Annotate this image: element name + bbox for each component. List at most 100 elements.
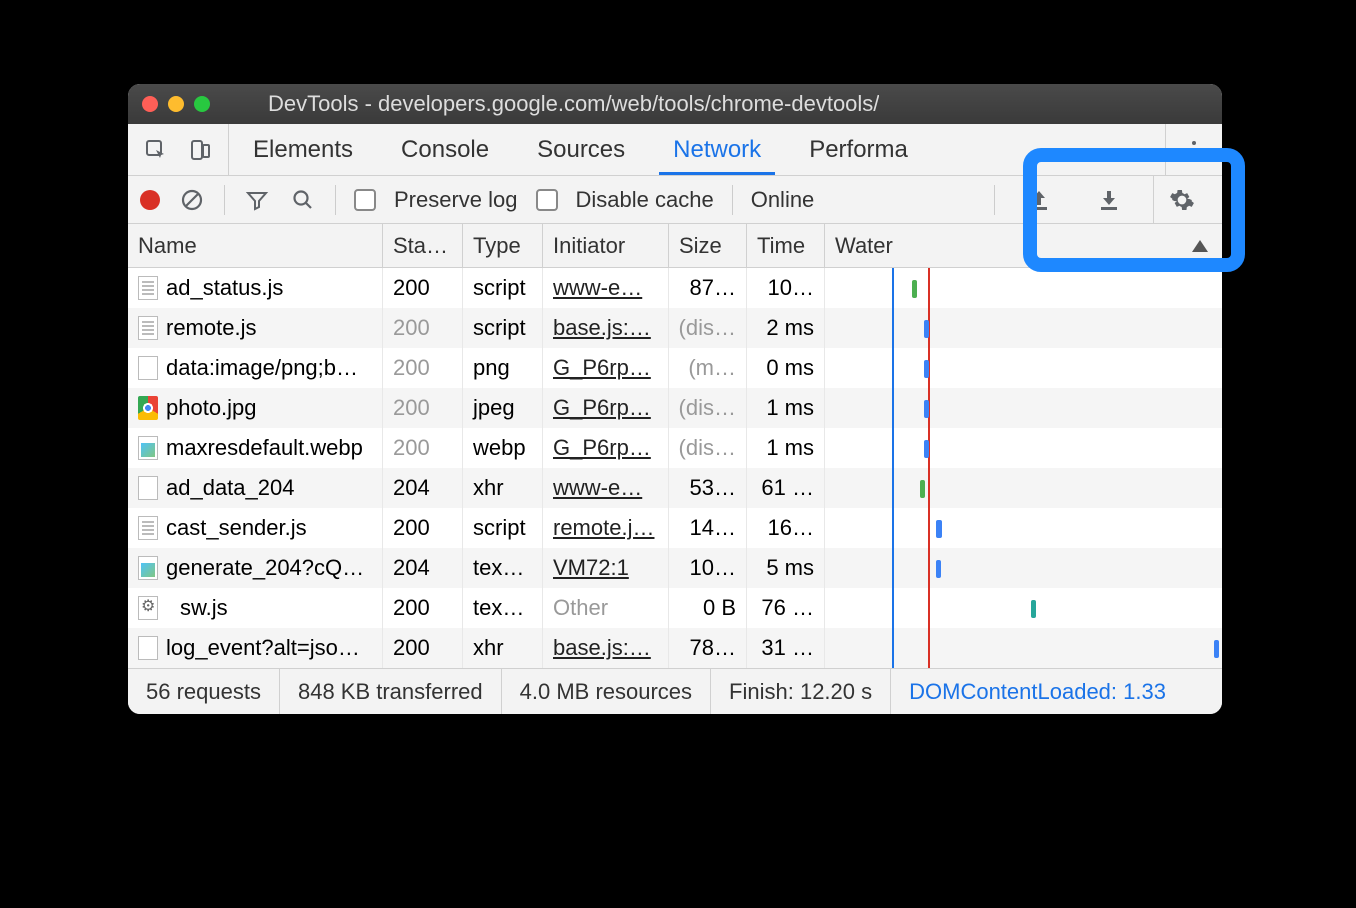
request-initiator[interactable]: base.js:…	[553, 315, 651, 341]
file-type-icon	[138, 516, 158, 540]
request-time: 61 …	[747, 468, 825, 508]
request-size: 10…	[669, 548, 747, 588]
table-row[interactable]: ad_data_204204xhrwww-e…53…61 …	[128, 468, 1222, 508]
table-row[interactable]: cast_sender.js200scriptremote.j…14…16…	[128, 508, 1222, 548]
request-status: 200	[383, 308, 463, 348]
search-icon[interactable]	[289, 186, 317, 214]
col-type[interactable]: Type	[463, 224, 543, 267]
status-resources: 4.0 MB resources	[502, 669, 711, 714]
throttling-select[interactable]: Online	[751, 187, 815, 213]
filter-icon[interactable]	[243, 186, 271, 214]
request-size: 87…	[669, 268, 747, 308]
clear-icon[interactable]	[178, 186, 206, 214]
request-type: xhr	[463, 468, 543, 508]
request-time: 76 …	[747, 588, 825, 628]
col-waterfall[interactable]: Water	[825, 224, 1222, 267]
waterfall-cell	[825, 508, 1222, 548]
request-initiator[interactable]: G_P6rp…	[553, 435, 651, 461]
request-status: 200	[383, 508, 463, 548]
panel-tabbar: Elements Console Sources Network Perform…	[128, 124, 1222, 176]
request-type: jpeg	[463, 388, 543, 428]
request-type: script	[463, 308, 543, 348]
upload-icon[interactable]	[1025, 186, 1053, 214]
tab-elements[interactable]: Elements	[229, 124, 377, 175]
status-finish: Finish: 12.20 s	[711, 669, 891, 714]
request-time: 5 ms	[747, 548, 825, 588]
table-row[interactable]: sw.js200tex…Other0 B76 …	[128, 588, 1222, 628]
record-button[interactable]	[140, 190, 160, 210]
tab-performance[interactable]: Performa	[785, 124, 932, 175]
request-time: 1 ms	[747, 428, 825, 468]
request-name: generate_204?cQ…	[166, 555, 364, 581]
request-status: 200	[383, 268, 463, 308]
request-initiator[interactable]: www-e…	[553, 275, 642, 301]
waterfall-bar	[936, 560, 941, 578]
window-zoom-button[interactable]	[194, 96, 210, 112]
disable-cache-checkbox[interactable]	[536, 189, 558, 211]
inspect-element-icon[interactable]	[142, 136, 170, 164]
request-name: cast_sender.js	[166, 515, 307, 541]
more-menu-icon[interactable]	[1180, 136, 1208, 164]
request-type: xhr	[463, 628, 543, 668]
tab-console[interactable]: Console	[377, 124, 513, 175]
settings-icon[interactable]	[1168, 186, 1196, 214]
col-status[interactable]: Sta…	[383, 224, 463, 267]
request-initiator[interactable]: base.js:…	[553, 635, 651, 661]
table-row[interactable]: data:image/png;b…200pngG_P6rp…(m…0 ms	[128, 348, 1222, 388]
request-status: 204	[383, 468, 463, 508]
request-size: (dis…	[669, 308, 747, 348]
waterfall-bar	[1031, 600, 1036, 618]
tab-network[interactable]: Network	[649, 124, 785, 175]
request-size: 53…	[669, 468, 747, 508]
device-toolbar-icon[interactable]	[186, 136, 214, 164]
col-initiator[interactable]: Initiator	[543, 224, 669, 267]
request-time: 0 ms	[747, 348, 825, 388]
request-time: 16…	[747, 508, 825, 548]
request-initiator[interactable]: VM72:1	[553, 555, 629, 581]
waterfall-cell	[825, 308, 1222, 348]
request-type: script	[463, 268, 543, 308]
table-row[interactable]: photo.jpg200jpegG_P6rp…(dis…1 ms	[128, 388, 1222, 428]
table-row[interactable]: generate_204?cQ…204tex…VM72:110…5 ms	[128, 548, 1222, 588]
file-type-icon	[138, 316, 158, 340]
request-initiator[interactable]: remote.j…	[553, 515, 654, 541]
waterfall-cell	[825, 268, 1222, 308]
request-initiator[interactable]: G_P6rp…	[553, 395, 651, 421]
col-size[interactable]: Size	[669, 224, 747, 267]
table-row[interactable]: ad_status.js200scriptwww-e…87…10…	[128, 268, 1222, 308]
table-row[interactable]: maxresdefault.webp200webpG_P6rp…(dis…1 m…	[128, 428, 1222, 468]
waterfall-cell	[825, 388, 1222, 428]
network-statusbar: 56 requests 848 KB transferred 4.0 MB re…	[128, 668, 1222, 714]
request-status: 204	[383, 548, 463, 588]
preserve-log-checkbox[interactable]	[354, 189, 376, 211]
request-type: webp	[463, 428, 543, 468]
request-name: photo.jpg	[166, 395, 257, 421]
waterfall-bar	[924, 360, 929, 378]
table-row[interactable]: remote.js200scriptbase.js:…(dis…2 ms	[128, 308, 1222, 348]
request-time: 31 …	[747, 628, 825, 668]
request-size: 0 B	[669, 588, 747, 628]
status-requests: 56 requests	[128, 669, 280, 714]
file-type-icon	[138, 636, 158, 660]
col-time[interactable]: Time	[747, 224, 825, 267]
table-row[interactable]: log_event?alt=jso…200xhrbase.js:…78…31 …	[128, 628, 1222, 668]
waterfall-bar	[924, 320, 929, 338]
devtools-window: DevTools - developers.google.com/web/too…	[128, 84, 1222, 714]
waterfall-bar	[1214, 640, 1219, 658]
waterfall-cell	[825, 588, 1222, 628]
window-minimize-button[interactable]	[168, 96, 184, 112]
preserve-log-label: Preserve log	[394, 187, 518, 213]
file-type-icon	[138, 436, 158, 460]
request-initiator[interactable]: G_P6rp…	[553, 355, 651, 381]
request-time: 2 ms	[747, 308, 825, 348]
file-type-icon	[138, 596, 158, 620]
col-name[interactable]: Name	[128, 224, 383, 267]
download-icon[interactable]	[1095, 186, 1123, 214]
file-type-icon	[138, 396, 158, 420]
tab-sources[interactable]: Sources	[513, 124, 649, 175]
network-table-body: ad_status.js200scriptwww-e…87…10…remote.…	[128, 268, 1222, 668]
window-close-button[interactable]	[142, 96, 158, 112]
status-transferred: 848 KB transferred	[280, 669, 502, 714]
request-initiator[interactable]: www-e…	[553, 475, 642, 501]
request-type: png	[463, 348, 543, 388]
